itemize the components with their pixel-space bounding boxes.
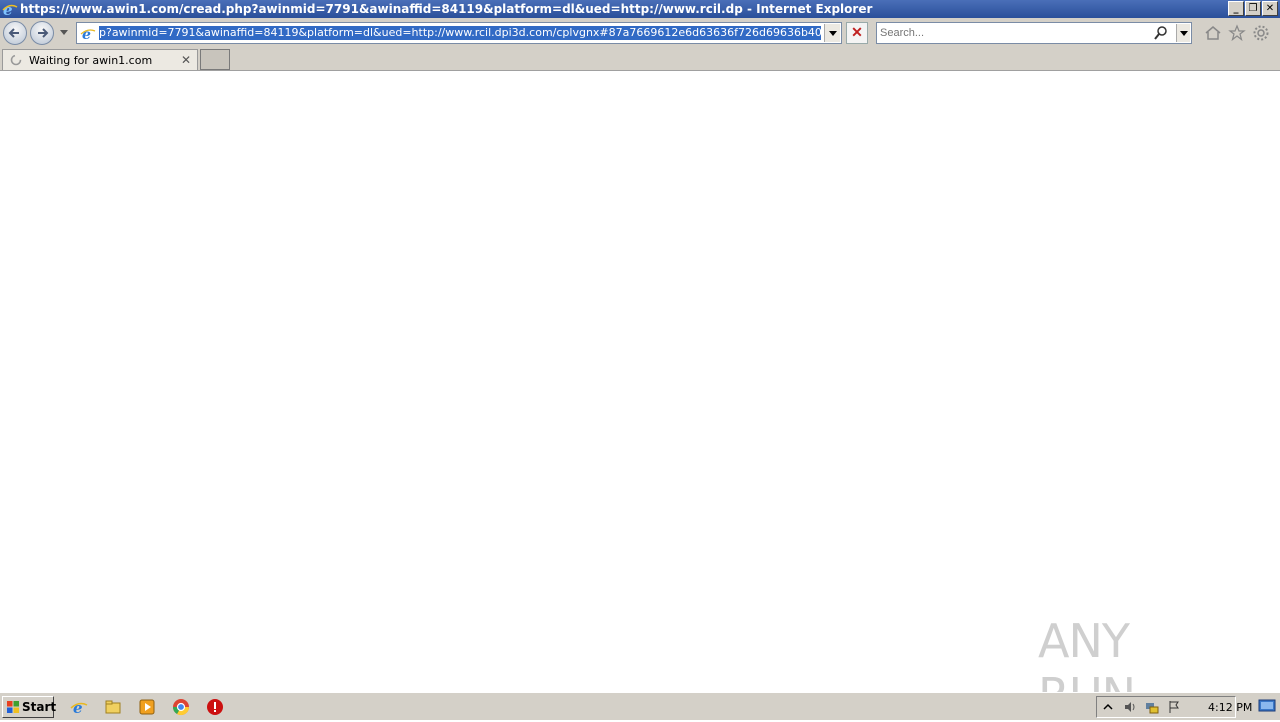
stop-button[interactable]: ✕ bbox=[846, 22, 868, 44]
start-label: Start bbox=[22, 700, 57, 714]
chrome-icon[interactable] bbox=[172, 698, 190, 716]
window-title: https://www.awin1.com/cread.php?awinmid=… bbox=[20, 2, 873, 16]
recent-pages-dropdown[interactable] bbox=[60, 30, 68, 35]
ie-logo-icon: e bbox=[2, 1, 18, 17]
network-icon[interactable] bbox=[1145, 700, 1159, 714]
taskbar: Start e 4:12 PM bbox=[0, 692, 1280, 720]
show-hidden-icons-icon[interactable] bbox=[1101, 700, 1115, 714]
minimize-button[interactable]: _ bbox=[1228, 1, 1244, 16]
system-clock[interactable]: 4:12 PM bbox=[1208, 701, 1252, 714]
media-player-icon[interactable] bbox=[138, 698, 156, 716]
loading-spinner-icon bbox=[10, 54, 22, 66]
anyrun-watermark: ANY RUN bbox=[1038, 608, 1238, 722]
ie-taskbar-icon[interactable]: e bbox=[70, 698, 88, 716]
back-button[interactable] bbox=[3, 21, 27, 45]
toolbar-icons bbox=[1204, 24, 1270, 42]
search-box[interactable] bbox=[876, 22, 1192, 44]
security-alert-icon[interactable] bbox=[206, 698, 224, 716]
search-input[interactable] bbox=[880, 26, 1150, 40]
navigation-bar: e p?awinmid=7791&awinaffid=84119&platfor… bbox=[0, 18, 1280, 48]
home-icon[interactable] bbox=[1204, 24, 1222, 42]
ie-page-icon: e bbox=[80, 27, 96, 41]
windows-flag-icon bbox=[7, 701, 19, 713]
tab-close-icon[interactable]: ✕ bbox=[181, 53, 191, 67]
search-icon[interactable] bbox=[1153, 25, 1169, 41]
favorites-star-icon[interactable] bbox=[1228, 24, 1246, 42]
tab-active[interactable]: Waiting for awin1.com ✕ bbox=[2, 49, 198, 70]
svg-text:e: e bbox=[73, 699, 83, 716]
settings-gear-icon[interactable] bbox=[1252, 24, 1270, 42]
svg-text:e: e bbox=[82, 27, 91, 41]
show-desktop-icon[interactable] bbox=[1258, 698, 1276, 714]
new-tab-button[interactable] bbox=[200, 49, 230, 70]
address-url-text[interactable]: p?awinmid=7791&awinaffid=84119&platform=… bbox=[99, 26, 821, 40]
search-dropdown-button[interactable] bbox=[1176, 24, 1190, 42]
title-bar: e https://www.awin1.com/cread.php?awinmi… bbox=[0, 0, 1280, 18]
restore-button[interactable]: ❐ bbox=[1245, 1, 1261, 16]
address-bar[interactable]: e p?awinmid=7791&awinaffid=84119&platfor… bbox=[76, 22, 842, 44]
start-button[interactable]: Start bbox=[2, 696, 57, 718]
address-dropdown-button[interactable] bbox=[824, 24, 840, 42]
window-controls: _ ❐ ✕ bbox=[1228, 1, 1278, 16]
tab-bar: Waiting for awin1.com ✕ bbox=[0, 48, 1280, 71]
volume-icon[interactable] bbox=[1123, 700, 1137, 714]
tab-label: Waiting for awin1.com bbox=[29, 54, 153, 67]
back-arrow-icon bbox=[8, 28, 19, 38]
forward-arrow-icon bbox=[38, 28, 49, 38]
close-button[interactable]: ✕ bbox=[1262, 1, 1278, 16]
forward-button[interactable] bbox=[30, 21, 54, 45]
action-center-flag-icon[interactable] bbox=[1167, 700, 1181, 714]
page-content bbox=[0, 71, 1280, 692]
file-explorer-icon[interactable] bbox=[104, 698, 122, 716]
